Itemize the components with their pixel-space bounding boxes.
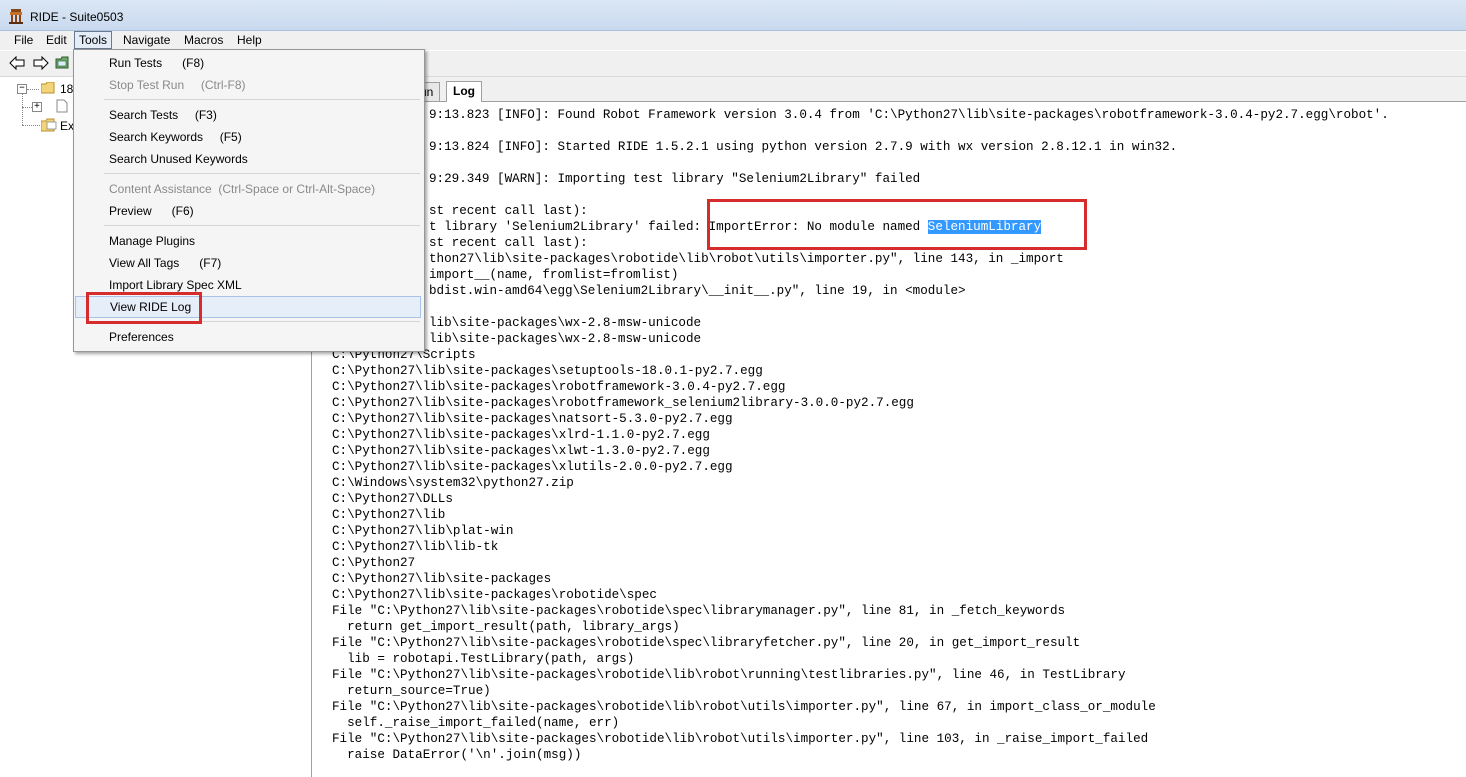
menu-tools[interactable]: Tools [74, 31, 113, 49]
log-line: 9:13.823 [INFO]: Found Robot Framework v… [429, 108, 1389, 122]
menu-item-preferences[interactable]: Preferences [75, 326, 421, 348]
log-line: import__(name, fromlist=fromlist) [429, 268, 679, 282]
log-line: C:\Python27\lib\site-packages\natsort-5.… [332, 412, 733, 426]
log-line: C:\Python27\lib\site-packages\xlwt-1.3.0… [332, 444, 710, 458]
menu-item-run-tests[interactable]: Run Tests (F8) [75, 52, 421, 74]
log-line: File "C:\Python27\lib\site-packages\robo… [332, 668, 1126, 682]
menu-item-content-assistance: Content Assistance (Ctrl-Space or Ctrl-A… [75, 178, 421, 200]
log-line: C:\Python27\DLLs [332, 492, 453, 506]
tree-connector [22, 125, 40, 126]
log-line: C:\Python27\lib\site-packages\robotframe… [332, 396, 914, 410]
title-bar: RIDE - Suite0503 [0, 0, 1466, 31]
menu-item-label: View All Tags (F7) [109, 256, 222, 270]
menu-item-search-unused-keywords[interactable]: Search Unused Keywords [75, 148, 421, 170]
menu-item-label: Search Tests (F3) [109, 108, 217, 122]
log-line: File "C:\Python27\lib\site-packages\robo… [332, 636, 1081, 650]
menu-bar: File Edit Tools Navigate Macros Help [0, 31, 1466, 50]
log-line: thon27\lib\site-packages\robotide\lib\ro… [429, 252, 1064, 266]
tree-expand-toggle[interactable]: + [32, 102, 42, 112]
log-line: C:\Python27\lib\site-packages [332, 572, 552, 586]
menu-separator [104, 99, 420, 100]
editor-tab-bar: un Log [313, 77, 1466, 102]
log-line: self._raise_import_failed(name, err) [332, 716, 620, 730]
tree-collapse-toggle[interactable]: − [17, 84, 27, 94]
tree-connector [22, 93, 23, 125]
menu-item-label: Search Keywords (F5) [109, 130, 242, 144]
menu-item-label: Preferences [109, 330, 174, 344]
file-icon[interactable] [56, 99, 68, 113]
menu-item-preview[interactable]: Preview (F6) [75, 200, 421, 222]
log-line: bdist.win-amd64\egg\Selenium2Library\__i… [429, 284, 966, 298]
log-line: C:\Python27\lib\site-packages\xlrd-1.1.0… [332, 428, 710, 442]
log-line: File "C:\Python27\lib\site-packages\robo… [332, 604, 1066, 618]
log-line: st recent call last): [429, 204, 588, 218]
menu-item-label: Run Tests (F8) [109, 56, 205, 70]
menu-item-search-keywords[interactable]: Search Keywords (F5) [75, 126, 421, 148]
log-line: lib = robotapi.TestLibrary(path, args) [332, 652, 635, 666]
menu-item-label: Import Library Spec XML [109, 278, 242, 292]
log-line: C:\Python27\lib [332, 508, 446, 522]
menu-edit[interactable]: Edit [42, 32, 71, 48]
menu-file[interactable]: File [10, 32, 37, 48]
log-line: 9:13.824 [INFO]: Started RIDE 1.5.2.1 us… [429, 140, 1178, 154]
log-line: lib\site-packages\wx-2.8-msw-unicode [429, 332, 702, 346]
menu-item-label: Manage Plugins [109, 234, 196, 248]
menu-item-manage-plugins[interactable]: Manage Plugins [75, 230, 421, 252]
tree-connector [27, 89, 39, 90]
ride-app-icon [9, 9, 23, 24]
log-line: C:\Python27\lib\site-packages\robotide\s… [332, 588, 657, 602]
window-title: RIDE - Suite0503 [30, 10, 124, 24]
menu-navigate[interactable]: Navigate [119, 32, 174, 48]
log-line: return get_import_result(path, library_a… [332, 620, 680, 634]
menu-item-search-tests[interactable]: Search Tests (F3) [75, 104, 421, 126]
menu-item-view-all-tags[interactable]: View All Tags (F7) [75, 252, 421, 274]
log-line: C:\Windows\system32\python27.zip [332, 476, 574, 490]
log-line: C:\Python27 [332, 556, 416, 570]
open-folder-icon[interactable] [55, 56, 71, 70]
back-arrow-icon[interactable] [9, 56, 25, 70]
log-line: return_source=True) [332, 684, 491, 698]
log-line: 9:29.349 [WARN]: Importing test library … [429, 172, 921, 186]
menu-item-label: Search Unused Keywords [109, 152, 248, 166]
log-line: C:\Python27\lib\site-packages\robotframe… [332, 380, 786, 394]
menu-item-stop-test-run: Stop Test Run (Ctrl-F8) [75, 74, 421, 96]
menu-item-label: Preview (F6) [109, 204, 194, 218]
log-line: C:\Python27\lib\lib-tk [332, 540, 499, 554]
menu-help[interactable]: Help [233, 32, 266, 48]
log-line: File "C:\Python27\lib\site-packages\robo… [332, 700, 1156, 714]
menu-macros[interactable]: Macros [180, 32, 227, 48]
menu-item-label: Stop Test Run (Ctrl-F8) [109, 78, 246, 92]
log-line: C:\Python27\lib\site-packages\xlutils-2.… [332, 460, 733, 474]
log-line: File "C:\Python27\lib\site-packages\robo… [332, 732, 1149, 746]
tree-connector [22, 107, 32, 108]
log-line: raise DataError('\n'.join(msg)) [332, 748, 582, 762]
external-resources-icon [41, 118, 57, 132]
log-line: st recent call last): [429, 236, 588, 250]
log-line: C:\Python27\lib\site-packages\setuptools… [332, 364, 763, 378]
view-ride-log-annotation [86, 292, 202, 324]
menu-separator [104, 225, 420, 226]
log-line: lib\site-packages\wx-2.8-msw-unicode [429, 316, 702, 330]
tab-log[interactable]: Log [446, 81, 482, 102]
menu-separator [104, 173, 420, 174]
log-line: C:\Python27\lib\plat-win [332, 524, 514, 538]
menu-item-label: Content Assistance (Ctrl-Space or Ctrl-A… [109, 182, 376, 196]
import-error-annotation [707, 199, 1087, 250]
folder-icon [41, 82, 55, 94]
forward-arrow-icon[interactable] [33, 56, 49, 70]
